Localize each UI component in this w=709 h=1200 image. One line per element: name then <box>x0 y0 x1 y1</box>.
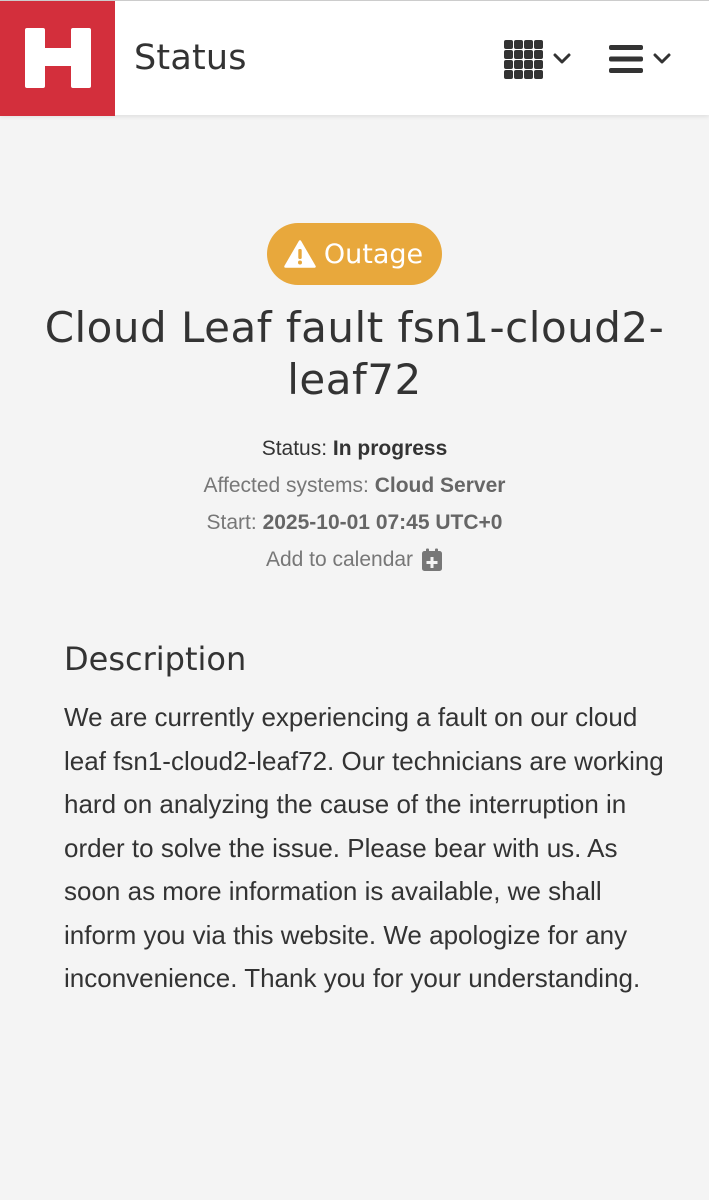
top-bar: Status <box>0 0 709 116</box>
start-label: Start: <box>206 511 257 534</box>
logo[interactable] <box>0 0 115 116</box>
chevron-down-icon <box>553 53 571 63</box>
header-actions <box>503 1 671 116</box>
apps-menu-button[interactable] <box>503 39 571 79</box>
badge-label: Outage <box>323 238 424 270</box>
add-to-calendar-label: Add to calendar <box>265 548 414 571</box>
status-value: In progress <box>332 437 448 460</box>
outage-badge: Outage <box>266 223 443 285</box>
incident-title: Cloud Leaf fault fsn1-cloud2-leaf72 <box>44 303 665 404</box>
main-menu-button[interactable] <box>609 43 671 75</box>
description-body: We are currently experiencing a fault on… <box>64 702 664 993</box>
status-row: Status: In progress <box>0 430 709 467</box>
calendar-plus-icon <box>422 548 443 571</box>
description-heading: Description <box>64 640 247 678</box>
hamburger-icon <box>609 44 643 73</box>
affected-systems-label: Affected systems: <box>203 474 369 497</box>
start-row: Start: 2025-10-01 07:45 UTC+0 <box>0 504 709 541</box>
incident-meta: Status: In progress Affected systems: Cl… <box>0 430 709 578</box>
incident-content: Outage Cloud Leaf fault fsn1-cloud2-leaf… <box>0 115 709 1001</box>
logo-h-icon <box>24 28 91 88</box>
status-label: Status: <box>261 437 328 460</box>
start-value: 2025-10-01 07:45 UTC+0 <box>262 511 503 534</box>
app-title: Status <box>134 38 247 78</box>
affected-systems-value: Cloud Server <box>374 474 506 497</box>
affected-systems-row: Affected systems: Cloud Server <box>0 467 709 504</box>
warning-icon <box>284 240 316 268</box>
chevron-down-icon <box>653 53 671 63</box>
add-to-calendar-link[interactable]: Add to calendar <box>266 541 443 578</box>
grid-icon <box>504 39 543 79</box>
description-section: Description We are currently experiencin… <box>64 640 664 1001</box>
